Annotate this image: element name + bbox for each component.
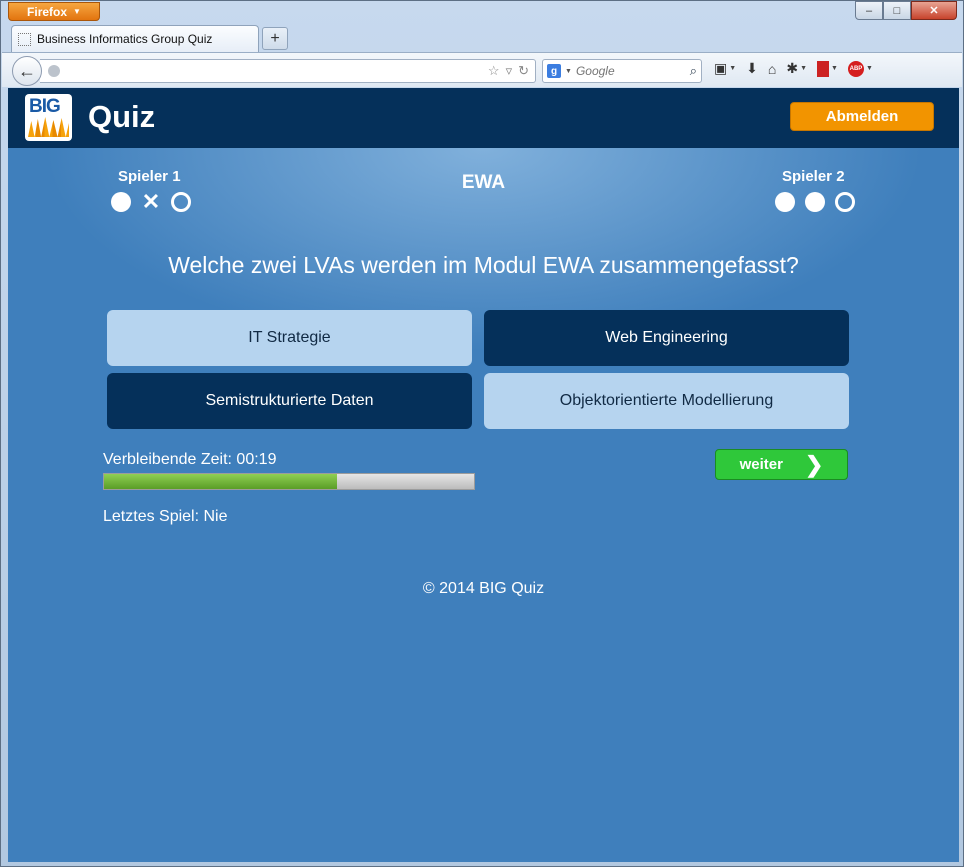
close-button[interactable]: ✕: [911, 1, 957, 20]
download-button[interactable]: ⬇: [746, 60, 758, 77]
question-text: Welche zwei LVAs werden im Modul EWA zus…: [168, 252, 799, 278]
last-game-info: Letztes Spiel: Nie: [103, 508, 228, 525]
chevron-down-icon: ▼: [831, 65, 838, 72]
adblock-button[interactable]: ABP ▼: [847, 60, 873, 77]
minimize-button[interactable]: –: [855, 1, 883, 20]
big-logo: BIG: [25, 94, 72, 141]
chevron-down-icon: ▼: [73, 7, 81, 16]
result-wrong-icon: ✕: [141, 189, 161, 214]
url-bar[interactable]: ☆ ▿ ↻: [40, 59, 536, 83]
player2-results: [775, 192, 855, 212]
dropmarker-icon[interactable]: ▿: [506, 63, 513, 79]
home-button[interactable]: ⌂: [768, 61, 776, 77]
result-open-icon: [171, 192, 191, 212]
time-progress-bar: [103, 473, 475, 490]
firefox-menu-label: Firefox: [27, 4, 68, 19]
search-box[interactable]: g ▼ ⌕: [542, 59, 702, 83]
addon-bug-icon: ✱: [786, 60, 799, 76]
footer-copyright: © 2014 BIG Quiz: [422, 580, 545, 597]
search-input[interactable]: [575, 64, 676, 78]
result-correct-icon: [805, 192, 825, 212]
reload-icon[interactable]: ↻: [518, 63, 529, 79]
answer-option-selected[interactable]: Semistrukturierte Daten: [107, 373, 472, 429]
next-button[interactable]: weiter ❯: [715, 449, 848, 480]
result-correct-icon: [111, 192, 131, 212]
chevron-down-icon: ▼: [729, 65, 737, 72]
chevron-down-icon: ▼: [800, 65, 808, 72]
chevron-down-icon: ▼: [865, 65, 873, 72]
tab-title: Business Informatics Group Quiz: [37, 32, 213, 46]
globe-icon: [48, 65, 60, 77]
next-button-label: weiter: [739, 456, 783, 473]
firefox-menu-button[interactable]: Firefox ▼: [8, 2, 100, 21]
app-title: Quiz: [88, 99, 156, 134]
download-icon: ⬇: [746, 60, 758, 76]
tab-quiz[interactable]: Business Informatics Group Quiz: [11, 25, 259, 52]
chevron-right-icon: ❯: [804, 451, 824, 477]
player1-results: ✕: [111, 189, 191, 214]
time-progress-fill: [104, 474, 338, 489]
quiz-page: BIG Quiz Abmelden Spieler 1 ✕ EWA Spiele…: [8, 88, 959, 862]
logout-button[interactable]: Abmelden: [790, 102, 934, 131]
remaining-time-label: Verbleibende Zeit: 00:19: [103, 451, 277, 468]
bookmark-star-icon[interactable]: ☆: [488, 63, 500, 79]
bookmarks-menu-icon: ▣: [714, 60, 728, 76]
browser-window: Firefox ▼ – □ ✕ Business Informatics Gro…: [0, 0, 964, 867]
logo-figures-icon: [28, 117, 69, 137]
app-header: BIG Quiz Abmelden: [8, 88, 959, 148]
logo-text: BIG: [29, 96, 61, 117]
navigation-toolbar: ☆ ▿ ↻ ← g ▼ ⌕ ▣▼ ⬇ ⌂ ✱▼ ▼ ABP▼: [2, 52, 962, 87]
result-open-icon: [835, 192, 855, 212]
home-icon: ⌂: [767, 60, 777, 77]
result-correct-icon: [775, 192, 795, 212]
page-favicon-icon: [18, 32, 31, 46]
bookmarks-menu-button[interactable]: ▣ ▼: [714, 60, 736, 77]
back-arrow-icon: ←: [18, 60, 36, 81]
new-tab-button[interactable]: +: [262, 27, 288, 50]
back-button[interactable]: ←: [12, 56, 42, 86]
maximize-button[interactable]: □: [883, 1, 911, 20]
magnifier-icon[interactable]: ⌕: [690, 63, 697, 79]
flag-addon-icon: [817, 60, 830, 77]
player2-name: Spieler 2: [782, 168, 845, 185]
answer-option-selected[interactable]: Web Engineering: [484, 310, 849, 366]
answer-option[interactable]: IT Strategie: [107, 310, 472, 366]
toolbar-buttons: ▣ ▼ ⬇ ⌂ ✱ ▼ ▼ ABP ▼: [714, 60, 873, 77]
chevron-down-icon[interactable]: ▼: [565, 68, 572, 75]
answer-option[interactable]: Objektorientierte Modellierung: [484, 373, 849, 429]
window-controls: – □ ✕: [855, 1, 957, 20]
search-engine-icon[interactable]: g: [547, 64, 561, 78]
addon-button[interactable]: ✱ ▼: [786, 60, 807, 77]
adblock-plus-icon: ABP: [847, 60, 864, 77]
flag-addon-button[interactable]: ▼: [817, 60, 838, 77]
